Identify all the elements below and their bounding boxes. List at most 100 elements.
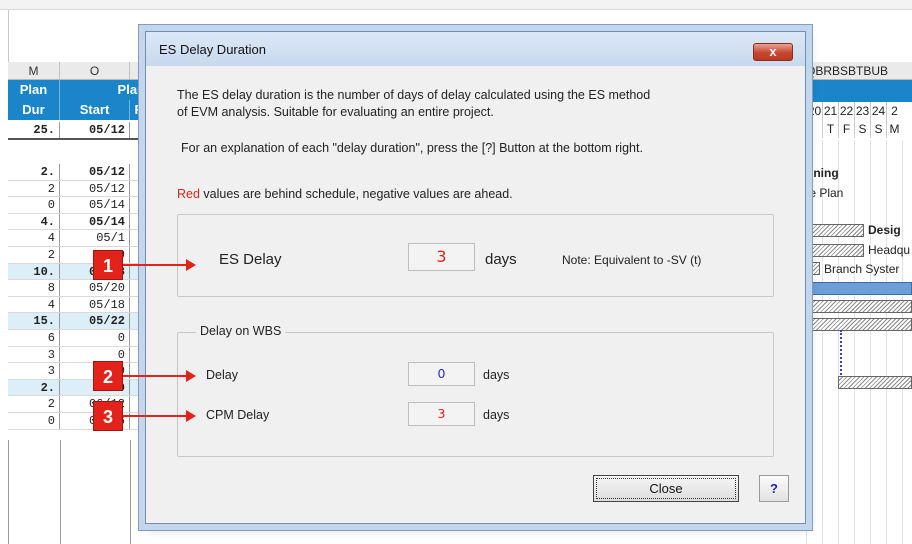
gantt-label-branch: Branch Syster — [824, 262, 900, 276]
es-delay-unit: days — [485, 251, 517, 268]
table-row[interactable]: 4 05/18 — [8, 296, 148, 314]
es-delay-dialog: ES Delay Duration x The ES delay duratio… — [145, 31, 806, 524]
table-row[interactable]: 2.0 — [8, 379, 148, 397]
wbs-delay-unit: days — [483, 368, 510, 382]
table-row[interactable]: 30 — [8, 363, 148, 380]
header-plan-dur-1: Plan — [8, 80, 60, 100]
cell-dur[interactable]: 2 — [8, 396, 60, 412]
explanation-text: For an explanation of each "delay durati… — [181, 141, 643, 155]
gantt-header-band — [806, 80, 912, 102]
cell-start[interactable]: 05/22 — [60, 313, 130, 329]
header-plan-start-1: Plan — [60, 80, 148, 100]
header-plan-start-2: Start — [60, 100, 130, 120]
table-row[interactable]: 4. 05/14 — [8, 213, 148, 231]
gantt-weekday: S — [854, 120, 870, 138]
gantt-day: 20 — [806, 102, 822, 120]
cpm-delay-unit: days — [483, 408, 510, 422]
wbs-delay-value: 0 — [408, 362, 475, 386]
cell-start[interactable]: 05/14 — [60, 213, 130, 230]
wbs-group-title: Delay on WBS — [196, 324, 286, 338]
column-header-p[interactable] — [130, 62, 146, 80]
cell-start[interactable]: 05/14 — [60, 197, 130, 213]
cell-start[interactable]: 05/20 — [60, 280, 130, 296]
close-icon[interactable]: x — [753, 43, 793, 61]
cell-dur[interactable]: 4. — [8, 213, 60, 230]
cell-start[interactable]: 05/12 — [60, 164, 130, 180]
gantt-dependency-line — [840, 330, 842, 382]
column-header-m[interactable]: M — [8, 62, 60, 80]
column-header-o[interactable]: O — [60, 62, 130, 80]
table-row[interactable]: 60 — [8, 330, 148, 347]
legend-rest: values are behind schedule, negative val… — [199, 187, 513, 201]
gantt-weekdays: TFSSM — [806, 120, 912, 138]
cell-dur[interactable]: 15. — [8, 313, 60, 329]
close-button[interactable]: Close — [593, 475, 739, 502]
screen: M O Plan Plan Dur Start F 25. 05/12 2. 05… — [0, 0, 912, 544]
table-row[interactable]: 0 05/14 — [8, 197, 148, 214]
gantt-label-plan: te Plan — [806, 186, 844, 200]
gantt-weekday: F — [838, 120, 854, 138]
cell-dur[interactable]: 8 — [8, 280, 60, 296]
callout-badge-3: 3 — [93, 401, 123, 431]
description-line-2: of EVM analysis. Suitable for evaluating… — [177, 105, 494, 119]
cell-dur[interactable]: 2 — [8, 180, 60, 197]
gantt-day: 24 — [870, 102, 886, 120]
gantt-bar[interactable] — [808, 262, 820, 275]
gantt-bar[interactable] — [808, 224, 864, 237]
table-row-total[interactable]: 25. 05/12 — [8, 122, 148, 140]
grid-line — [60, 440, 61, 544]
wbs-delay-group: Delay on WBS Delay 0 days CPM Delay 3 da… — [177, 324, 774, 457]
cell-dur[interactable]: 3 — [8, 346, 60, 363]
table-row[interactable]: 2. 05/12 — [8, 164, 148, 181]
cell-dur[interactable]: 4 — [8, 296, 60, 313]
table-row[interactable]: 2 05/12 — [8, 180, 148, 198]
help-button[interactable]: ? — [759, 475, 789, 502]
gantt-bar[interactable] — [838, 376, 912, 389]
cell-dur[interactable]: 0 — [8, 197, 60, 213]
header-plan-dur-2: Dur — [8, 100, 60, 120]
gantt-day: 23 — [854, 102, 870, 120]
cell-dur[interactable]: 0 — [8, 413, 60, 429]
cell-dur[interactable]: 2. — [8, 379, 60, 396]
cell-start[interactable]: 0 — [60, 330, 130, 346]
dialog-title: ES Delay Duration — [159, 42, 266, 57]
gantt-bar[interactable] — [806, 300, 912, 313]
gantt-label-planning: nning — [806, 166, 839, 180]
cell-dur[interactable]: 4 — [8, 230, 60, 246]
cell-start[interactable]: 05/12 — [60, 122, 130, 138]
cell-dur[interactable]: 3 — [8, 363, 60, 379]
table-row[interactable]: 4 05/1 — [8, 230, 148, 247]
gantt-bar[interactable] — [808, 244, 864, 257]
callout-arrow-3 — [123, 410, 196, 422]
cell-start[interactable]: 0 — [60, 346, 130, 363]
cell-dur[interactable]: 2 — [8, 247, 60, 263]
gantt-bar[interactable] — [806, 318, 912, 331]
callout-badge-1: 1 — [93, 250, 123, 280]
table-row[interactable]: 10.05/18 — [8, 263, 148, 281]
gantt-column-letters: QBRBSBTBUB — [806, 62, 912, 80]
gantt-summary-bar[interactable] — [806, 282, 912, 295]
grid-line — [8, 440, 9, 544]
cell-dur[interactable]: 10. — [8, 263, 60, 280]
gantt-day: 2 — [886, 102, 902, 120]
table-row[interactable]: 206/12 — [8, 396, 148, 413]
gantt-weekday: M — [886, 120, 902, 138]
es-delay-label: ES Delay — [219, 251, 282, 268]
es-delay-note: Note: Equivalent to -SV (t) — [562, 253, 702, 267]
cell-dur[interactable]: 25. — [8, 122, 60, 138]
table-row[interactable]: 20 — [8, 247, 148, 264]
cell-dur[interactable]: 6 — [8, 330, 60, 346]
table-row[interactable]: 30 — [8, 346, 148, 364]
cell-start[interactable]: 05/12 — [60, 180, 130, 197]
legend-text: Red values are behind schedule, negative… — [177, 187, 513, 201]
table-row[interactable]: 8 05/20 — [8, 280, 148, 297]
cell-start[interactable]: 05/1 — [60, 230, 130, 246]
cell-dur[interactable]: 2. — [8, 164, 60, 180]
callout-arrow-2 — [123, 370, 196, 382]
dialog-titlebar[interactable]: ES Delay Duration x — [146, 32, 805, 66]
table-row[interactable]: 15. 05/22 — [8, 313, 148, 330]
cell-start[interactable]: 05/18 — [60, 296, 130, 313]
es-delay-group: ES Delay 3 days Note: Equivalent to -SV … — [177, 214, 774, 297]
gantt-day-numbers: 20 21 22 23 24 2 — [806, 102, 912, 120]
callout-badge-2: 2 — [93, 361, 123, 391]
